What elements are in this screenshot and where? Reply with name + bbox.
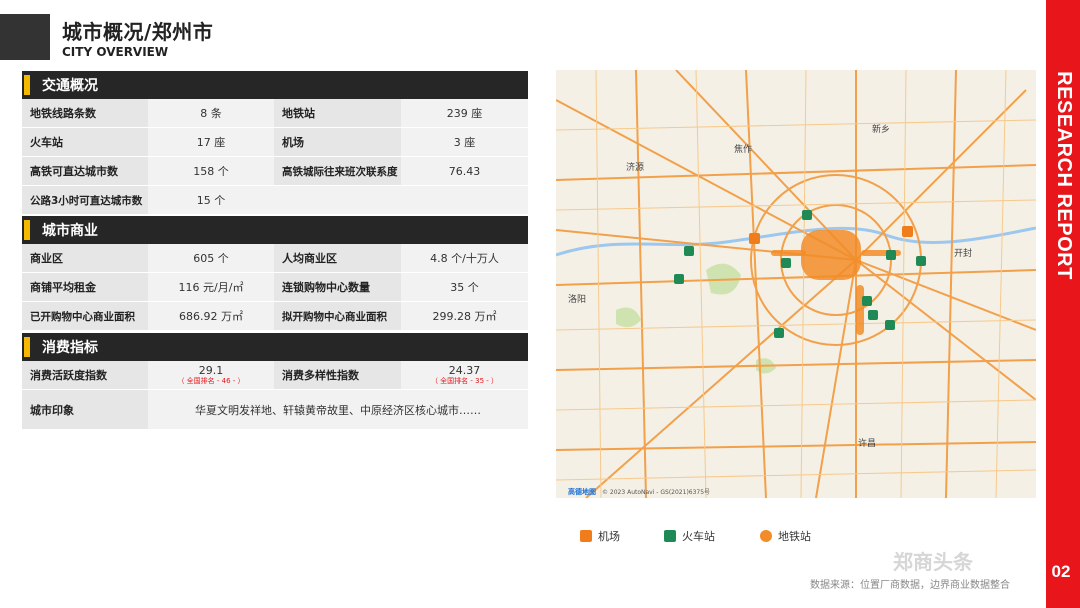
section-title: 交通概况 bbox=[42, 78, 98, 94]
header-logo-block bbox=[0, 14, 50, 60]
field-label: 商铺平均租金 bbox=[22, 273, 148, 301]
field-label: 火车站 bbox=[22, 128, 148, 156]
field-value: 15 个 bbox=[148, 186, 274, 214]
table-row: 商业区 605 个 人均商业区 4.8 个/十万人 bbox=[22, 244, 528, 273]
metro-icon bbox=[760, 530, 772, 542]
field-value: 116 元/月/㎡ bbox=[148, 273, 274, 301]
page-title: 城市概况/郑州市 bbox=[62, 20, 214, 44]
table-row: 消费活跃度指数 29.1 （ 全国排名 - 46 - ） 消费多样性指数 24.… bbox=[22, 361, 528, 390]
field-value: 239 座 bbox=[401, 99, 528, 127]
field-label: 商业区 bbox=[22, 244, 148, 272]
field-value: 158 个 bbox=[148, 157, 274, 185]
legend-train: 火车站 bbox=[664, 528, 715, 544]
consumption-table: 消费指标 消费活跃度指数 29.1 （ 全国排名 - 46 - ） 消费多样性指… bbox=[22, 333, 528, 430]
field-value: 605 个 bbox=[148, 244, 274, 272]
legend-metro: 地铁站 bbox=[760, 528, 811, 544]
city-map[interactable]: 焦作 新乡 开封 洛阳 许昌 济源 高德地图 © 2023 AutoNavi -… bbox=[556, 70, 1036, 498]
page-number: 02 bbox=[1051, 562, 1071, 581]
map-canvas: 焦作 新乡 开封 洛阳 许昌 济源 高德地图 © 2023 AutoNavi -… bbox=[556, 70, 1036, 498]
legend-label: 火车站 bbox=[682, 530, 715, 543]
field-label: 连锁购物中心数量 bbox=[274, 273, 401, 301]
train-icon bbox=[885, 320, 895, 330]
train-icon bbox=[781, 258, 791, 268]
legend-airport: 机场 bbox=[580, 528, 620, 544]
airport-icon bbox=[902, 226, 913, 237]
section-title: 城市商业 bbox=[42, 223, 98, 239]
table-row: 地铁线路条数 8 条 地铁站 239 座 bbox=[22, 99, 528, 128]
legend-label: 地铁站 bbox=[778, 530, 811, 543]
legend-label: 机场 bbox=[598, 530, 620, 543]
field-value: 3 座 bbox=[401, 128, 528, 156]
table-row: 城市印象 华夏文明发祥地、轩辕黄帝故里、中原经济区核心城市…… bbox=[22, 390, 528, 430]
field-label: 高铁可直达城市数 bbox=[22, 157, 148, 185]
section-title: 消费指标 bbox=[42, 340, 98, 356]
field-label: 高铁城际往来班次联系度 bbox=[274, 157, 401, 185]
field-value: 35 个 bbox=[401, 273, 528, 301]
field-label: 地铁站 bbox=[274, 99, 401, 127]
field-label: 机场 bbox=[274, 128, 401, 156]
map-brand: 高德地图 bbox=[568, 487, 596, 496]
field-label: 人均商业区 bbox=[274, 244, 401, 272]
map-label-jiaozuo: 焦作 bbox=[734, 143, 752, 155]
train-icon bbox=[916, 256, 926, 266]
field-label: 地铁线路条数 bbox=[22, 99, 148, 127]
table-row: 火车站 17 座 机场 3 座 bbox=[22, 128, 528, 157]
field-value: 29.1 （ 全国排名 - 46 - ） bbox=[148, 361, 274, 389]
train-icon bbox=[886, 250, 896, 260]
field-value: 华夏文明发祥地、轩辕黄帝故里、中原经济区核心城市…… bbox=[148, 390, 528, 429]
table-row: 高铁可直达城市数 158 个 高铁城际往来班次联系度 76.43 bbox=[22, 157, 528, 186]
page-subtitle: CITY OVERVIEW bbox=[62, 45, 169, 59]
train-icon bbox=[664, 530, 676, 542]
table-row: 已开购物中心商业面积 686.92 万㎡ 拟开购物中心商业面积 299.28 万… bbox=[22, 302, 528, 331]
report-label-text: RESEARCH REPORT bbox=[1052, 70, 1075, 280]
diversity-rank: （ 全国排名 - 35 - ） bbox=[430, 377, 499, 386]
field-value: 24.37 （ 全国排名 - 35 - ） bbox=[401, 361, 528, 389]
train-icon bbox=[774, 328, 784, 338]
airport-icon bbox=[580, 530, 592, 542]
transport-table: 交通概况 地铁线路条数 8 条 地铁站 239 座 火车站 17 座 机场 3 … bbox=[22, 71, 528, 215]
field-value: 686.92 万㎡ bbox=[148, 302, 274, 330]
section-header-transport: 交通概况 bbox=[22, 71, 528, 99]
field-label: 城市印象 bbox=[22, 390, 148, 429]
train-icon bbox=[802, 210, 812, 220]
activity-value: 29.1 bbox=[198, 363, 224, 377]
watermark: 郑商头条 bbox=[893, 550, 973, 574]
map-label-xinxiang: 新乡 bbox=[872, 123, 890, 135]
section-header-consumption: 消费指标 bbox=[22, 333, 528, 361]
train-icon bbox=[674, 274, 684, 284]
commerce-table: 城市商业 商业区 605 个 人均商业区 4.8 个/十万人 商铺平均租金 11… bbox=[22, 216, 528, 331]
table-row: 商铺平均租金 116 元/月/㎡ 连锁购物中心数量 35 个 bbox=[22, 273, 528, 302]
map-label-xuchang: 许昌 bbox=[858, 437, 876, 449]
field-value: 299.28 万㎡ bbox=[401, 302, 528, 330]
map-label-luoyang: 洛阳 bbox=[568, 293, 586, 305]
section-header-commerce: 城市商业 bbox=[22, 216, 528, 244]
data-source: 数据来源：位置厂商数据，边界商业数据整合 bbox=[810, 580, 1010, 591]
airport-icon bbox=[749, 233, 760, 244]
train-icon bbox=[684, 246, 694, 256]
field-label: 消费活跃度指数 bbox=[22, 361, 148, 389]
field-label: 拟开购物中心商业面积 bbox=[274, 302, 401, 330]
train-icon bbox=[868, 310, 878, 320]
field-label: 消费多样性指数 bbox=[274, 361, 401, 389]
activity-rank: （ 全国排名 - 46 - ） bbox=[177, 377, 245, 386]
field-value: 76.43 bbox=[401, 157, 528, 185]
table-row: 公路3小时可直达城市数 15 个 bbox=[22, 186, 528, 215]
field-value: 17 座 bbox=[148, 128, 274, 156]
field-label: 已开购物中心商业面积 bbox=[22, 302, 148, 330]
field-value bbox=[401, 186, 528, 214]
map-label-kaifeng: 开封 bbox=[954, 247, 972, 259]
field-value: 4.8 个/十万人 bbox=[401, 244, 528, 272]
report-label: RESEARCH REPORT bbox=[1048, 70, 1078, 280]
map-attribution: © 2023 AutoNavi - GS(2021)6375号 bbox=[602, 489, 710, 496]
diversity-value: 24.37 bbox=[448, 363, 481, 377]
field-label: 公路3小时可直达城市数 bbox=[22, 186, 148, 214]
map-label-jiyuan: 济源 bbox=[626, 161, 644, 173]
field-value: 8 条 bbox=[148, 99, 274, 127]
field-label bbox=[274, 186, 401, 214]
train-icon bbox=[862, 296, 872, 306]
